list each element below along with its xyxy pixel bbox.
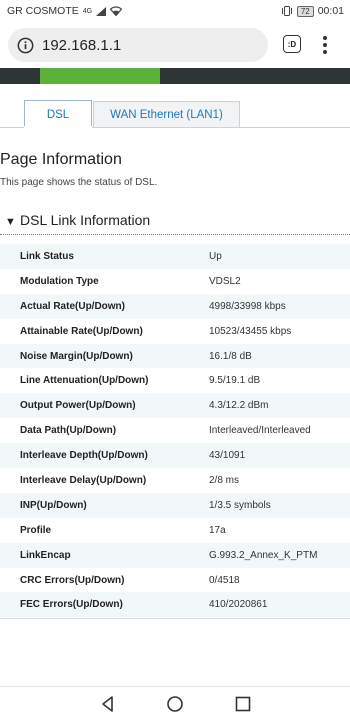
table-row: Profile 17a [0, 517, 350, 543]
row-label: Line Attenuation(Up/Down) [20, 375, 149, 387]
section-divider [0, 234, 350, 235]
row-value: Up [209, 250, 222, 262]
table-row: Line Attenuation(Up/Down) 9.5/19.1 dB [0, 368, 350, 394]
home-icon[interactable] [166, 695, 184, 713]
more-vert-icon[interactable] [318, 34, 332, 56]
row-label: Output Power(Up/Down) [20, 400, 136, 412]
table-row: FEC Errors(Up/Down) 410/2020861 [0, 592, 350, 618]
info-icon[interactable] [17, 37, 34, 54]
row-label: Noise Margin(Up/Down) [20, 350, 133, 362]
tab-wan-ethernet[interactable]: WAN Ethernet (LAN1) [93, 101, 240, 127]
battery-icon: 72 [296, 5, 314, 17]
row-value: 2/8 ms [209, 474, 240, 486]
section-header[interactable]: ▼ DSL Link Information [0, 210, 350, 236]
status-left: GR COSMOTE 4G [7, 5, 123, 17]
tab-active-gap [24, 126, 92, 128]
section-title[interactable]: DSL Link Information [20, 212, 150, 228]
address-bar[interactable]: 192.168.1.1 [8, 28, 268, 62]
carrier-name: GR COSMOTE [7, 5, 79, 17]
row-value: 4998/33998 kbps [209, 300, 286, 312]
row-value: G.993.2_Annex_K_PTM [209, 549, 318, 561]
row-label: CRC Errors(Up/Down) [20, 574, 125, 586]
dsl-info-table: Link Status Up Modulation Type VDSL2 Actua… [0, 244, 350, 618]
router-header [0, 68, 350, 84]
row-value: 10523/43455 kbps [209, 325, 292, 337]
signal-icon [96, 6, 107, 16]
row-value: 0/4518 [209, 574, 240, 586]
table-row: Actual Rate(Up/Down) 4998/33998 kbps [0, 293, 350, 319]
browser-toolbar: 192.168.1.1 :D [0, 22, 350, 68]
row-label: Interleave Delay(Up/Down) [20, 474, 147, 486]
table-row: CRC Errors(Up/Down) 0/4518 [0, 567, 350, 593]
row-value: 43/1091 [209, 450, 246, 462]
row-label: Actual Rate(Up/Down) [20, 300, 125, 312]
row-label: Attainable Rate(Up/Down) [20, 325, 143, 337]
recents-icon[interactable] [234, 695, 252, 713]
row-value: VDSL2 [209, 275, 241, 287]
row-label: Interleave Depth(Up/Down) [20, 450, 148, 462]
row-value: 4.3/12.2 dBm [209, 400, 269, 412]
table-row: Link Status Up [0, 244, 350, 269]
table-row: Data Path(Up/Down) Interleaved/Interleave… [0, 418, 350, 444]
row-value: 9.5/19.1 dB [209, 375, 261, 387]
row-value: 410/2020861 [209, 599, 268, 611]
header-accent-bar [40, 68, 160, 84]
page-title: Page Information [0, 151, 122, 168]
row-value: 1/3.5 symbols [209, 499, 271, 511]
row-label: Profile [20, 524, 52, 536]
table-bottom-border [0, 618, 350, 619]
table-row: Interleave Delay(Up/Down) 2/8 ms [0, 468, 350, 493]
row-value: Interleaved/Interleaved [209, 425, 311, 437]
row-label: LinkEncap [20, 549, 71, 561]
wifi-icon [110, 6, 123, 16]
row-label: INP(Up/Down) [20, 499, 87, 511]
table-row: Attainable Rate(Up/Down) 10523/43455 kbps [0, 318, 350, 344]
row-label: Data Path(Up/Down) [20, 425, 117, 437]
tabs-icon[interactable]: :D [283, 35, 301, 53]
status-bar: GR COSMOTE 4G 72 00:01 [0, 0, 350, 22]
table-row: LinkEncap G.993.2_Annex_K_PTM [0, 542, 350, 568]
page-description: This page shows the status of DSL. [0, 177, 158, 188]
row-label: Link Status [20, 250, 74, 262]
row-label: Modulation Type [20, 275, 99, 287]
table-row: Noise Margin(Up/Down) 16.1/8 dB [0, 343, 350, 369]
table-row: Output Power(Up/Down) 4.3/12.2 dBm [0, 393, 350, 419]
network-type: 4G [82, 7, 93, 15]
url-text[interactable]: 192.168.1.1 [42, 37, 121, 54]
row-label: FEC Errors(Up/Down) [20, 599, 123, 611]
navigation-bar [0, 687, 350, 720]
tab-dsl[interactable]: DSL [24, 100, 92, 128]
status-right: 72 00:01 [281, 5, 344, 17]
back-icon[interactable] [99, 695, 117, 713]
vibrate-icon [281, 6, 292, 16]
table-row: Interleave Depth(Up/Down) 43/1091 [0, 443, 350, 469]
table-row: INP(Up/Down) 1/3.5 symbols [0, 492, 350, 518]
row-value: 16.1/8 dB [209, 350, 252, 362]
clock: 00:01 [317, 5, 344, 17]
triangle-down-icon[interactable]: ▼ [5, 216, 16, 228]
row-value: 17a [209, 524, 226, 536]
table-row: Modulation Type VDSL2 [0, 268, 350, 294]
